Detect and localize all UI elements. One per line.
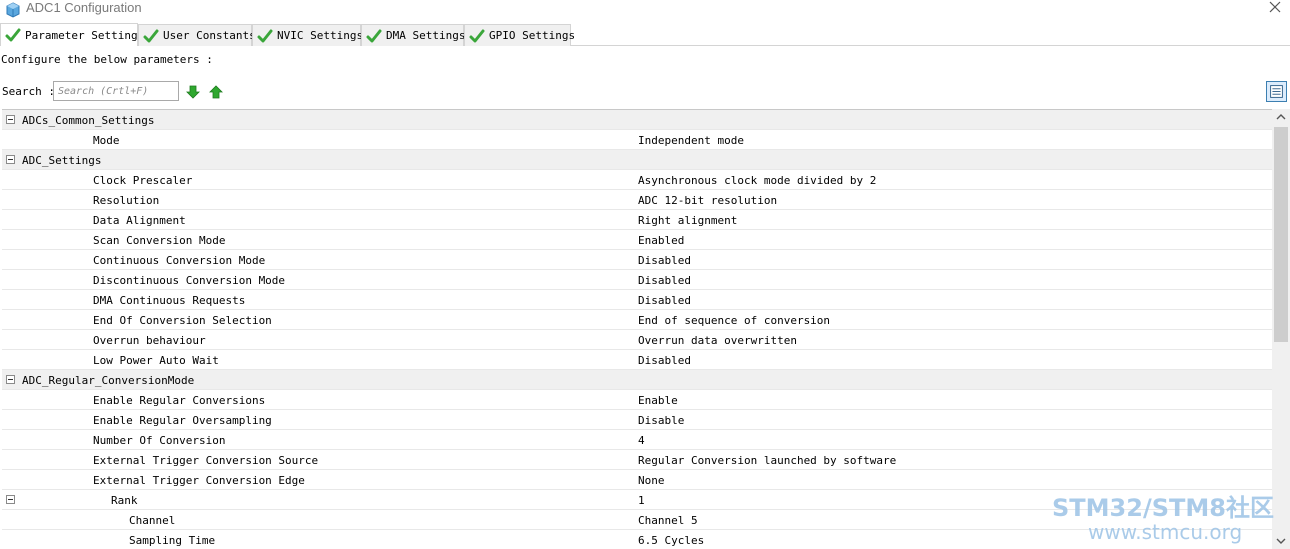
vertical-scrollbar[interactable] (1272, 109, 1290, 549)
parameter-name: Enable Regular Oversampling (93, 414, 272, 427)
parameter-name: Clock Prescaler (93, 174, 193, 187)
green-check-icon (366, 29, 382, 42)
green-check-icon (469, 29, 485, 42)
parameter-row[interactable]: Number Of Conversion 4 (2, 430, 1272, 450)
parameter-value[interactable]: Disabled (638, 254, 691, 267)
parameter-name: Rank (111, 494, 138, 507)
parameter-value[interactable]: Right alignment (638, 214, 737, 227)
parameter-row[interactable]: Enable Regular Oversampling Disable (2, 410, 1272, 430)
parameter-value[interactable]: End of sequence of conversion (638, 314, 830, 327)
green-check-icon (143, 29, 159, 42)
tab-gpio-settings[interactable]: GPIO Settings (464, 24, 575, 46)
green-arrow-down-icon[interactable] (185, 84, 201, 100)
collapse-icon[interactable] (6, 375, 15, 384)
parameter-name: DMA Continuous Requests (93, 294, 246, 307)
tab-label: GPIO Settings (489, 29, 576, 42)
parameter-name: Channel (129, 514, 176, 527)
group-name: ADCs_Common_Settings (22, 114, 155, 127)
parameter-value[interactable]: 6.5 Cycles (638, 534, 704, 547)
parameter-name: Sampling Time (129, 534, 216, 547)
window-title: ADC1 Configuration (26, 0, 142, 15)
parameter-value[interactable]: 4 (638, 434, 645, 447)
group-name: ADC_Settings (22, 154, 102, 167)
chevron-up-icon[interactable] (1276, 113, 1286, 121)
parameter-value[interactable]: Disable (638, 414, 684, 427)
parameter-row[interactable]: Continuous Conversion Mode Disabled (2, 250, 1272, 270)
group-row[interactable]: ADCs_Common_Settings (2, 110, 1272, 130)
parameter-row[interactable]: DMA Continuous Requests Disabled (2, 290, 1272, 310)
parameter-value[interactable]: Asynchronous clock mode divided by 2 (638, 174, 876, 187)
green-check-icon (5, 28, 21, 42)
collapse-icon[interactable] (6, 155, 15, 164)
tab-bar: Parameter Settings User Constants NVIC S… (0, 23, 1290, 46)
scrollbar-thumb[interactable] (1274, 127, 1288, 342)
parameter-row[interactable]: Discontinuous Conversion Mode Disabled (2, 270, 1272, 290)
tab-label: Parameter Settings (25, 28, 145, 42)
parameter-name: External Trigger Conversion Edge (93, 474, 305, 487)
tab-nvic-settings[interactable]: NVIC Settings (252, 24, 364, 46)
parameter-name: Mode (93, 134, 120, 147)
parameter-row[interactable]: End Of Conversion Selection End of seque… (2, 310, 1272, 330)
parameter-row[interactable]: Channel Channel 5 (2, 510, 1272, 530)
parameter-row[interactable]: Overrun behaviour Overrun data overwritt… (2, 330, 1272, 350)
parameter-value[interactable]: 1 (638, 494, 645, 507)
search-input[interactable] (53, 81, 179, 101)
parameter-value[interactable]: Independent mode (638, 134, 744, 147)
parameter-grid: ADCs_Common_Settings Mode Independent mo… (2, 109, 1290, 549)
parameter-value[interactable]: Disabled (638, 294, 691, 307)
parameter-name: Resolution (93, 194, 160, 207)
parameter-value[interactable]: Regular Conversion launched by software (638, 454, 896, 467)
list-view-icon[interactable] (1266, 81, 1287, 102)
parameter-name: Number Of Conversion (93, 434, 226, 447)
parameter-row[interactable]: External Trigger Conversion Source Regul… (2, 450, 1272, 470)
green-check-icon (257, 29, 273, 42)
close-icon[interactable] (1268, 0, 1282, 14)
parameter-name: External Trigger Conversion Source (93, 454, 319, 467)
parameter-value[interactable]: None (638, 474, 665, 487)
parameter-row[interactable]: Data Alignment Right alignment (2, 210, 1272, 230)
parameter-name: Low Power Auto Wait (93, 354, 219, 367)
parameter-name: Overrun behaviour (93, 334, 206, 347)
parameter-name: Continuous Conversion Mode (93, 254, 266, 267)
parameter-value[interactable]: Overrun data overwritten (638, 334, 797, 347)
green-arrow-up-icon[interactable] (208, 84, 224, 100)
parameter-value[interactable]: Enable (638, 394, 678, 407)
parameter-row[interactable]: Mode Independent mode (2, 130, 1272, 150)
tab-label: DMA Settings (386, 29, 466, 42)
parameter-row[interactable]: External Trigger Conversion Edge None (2, 470, 1272, 490)
description-text: Configure the below parameters : (1, 53, 213, 66)
collapse-icon[interactable] (6, 115, 15, 124)
tab-parameter-settings[interactable]: Parameter Settings (0, 23, 144, 46)
parameter-name: Scan Conversion Mode (93, 234, 226, 247)
rank-row[interactable]: Rank 1 (2, 490, 1272, 510)
tab-label: User Constants (163, 29, 256, 42)
search-bar: Search : (0, 81, 1290, 103)
parameter-row[interactable]: Resolution ADC 12-bit resolution (2, 190, 1272, 210)
parameter-value[interactable]: Enabled (638, 234, 684, 247)
parameter-row[interactable]: Clock Prescaler Asynchronous clock mode … (2, 170, 1272, 190)
parameter-name: Discontinuous Conversion Mode (93, 274, 286, 287)
parameter-value[interactable]: ADC 12-bit resolution (638, 194, 777, 207)
tab-label: NVIC Settings (277, 29, 364, 42)
search-label: Search : (2, 85, 55, 98)
parameter-row[interactable]: Low Power Auto Wait Disabled (2, 350, 1272, 370)
group-name: ADC_Regular_ConversionMode (22, 374, 195, 387)
parameter-name: Data Alignment (93, 214, 186, 227)
parameter-value[interactable]: Disabled (638, 274, 691, 287)
collapse-icon[interactable] (6, 495, 15, 504)
group-row[interactable]: ADC_Regular_ConversionMode (2, 370, 1272, 390)
parameter-value[interactable]: Disabled (638, 354, 691, 367)
parameter-name: End Of Conversion Selection (93, 314, 272, 327)
cube-icon (6, 2, 20, 18)
tab-user-constants[interactable]: User Constants (138, 24, 256, 46)
tab-dma-settings[interactable]: DMA Settings (361, 24, 466, 46)
chevron-down-icon[interactable] (1276, 537, 1286, 545)
group-row[interactable]: ADC_Settings (2, 150, 1272, 170)
title-bar: ADC1 Configuration (0, 0, 1290, 22)
parameter-row[interactable]: Enable Regular Conversions Enable (2, 390, 1272, 410)
parameter-value[interactable]: Channel 5 (638, 514, 698, 527)
parameter-name: Enable Regular Conversions (93, 394, 266, 407)
parameter-row[interactable]: Sampling Time 6.5 Cycles (2, 530, 1272, 549)
parameter-row[interactable]: Scan Conversion Mode Enabled (2, 230, 1272, 250)
